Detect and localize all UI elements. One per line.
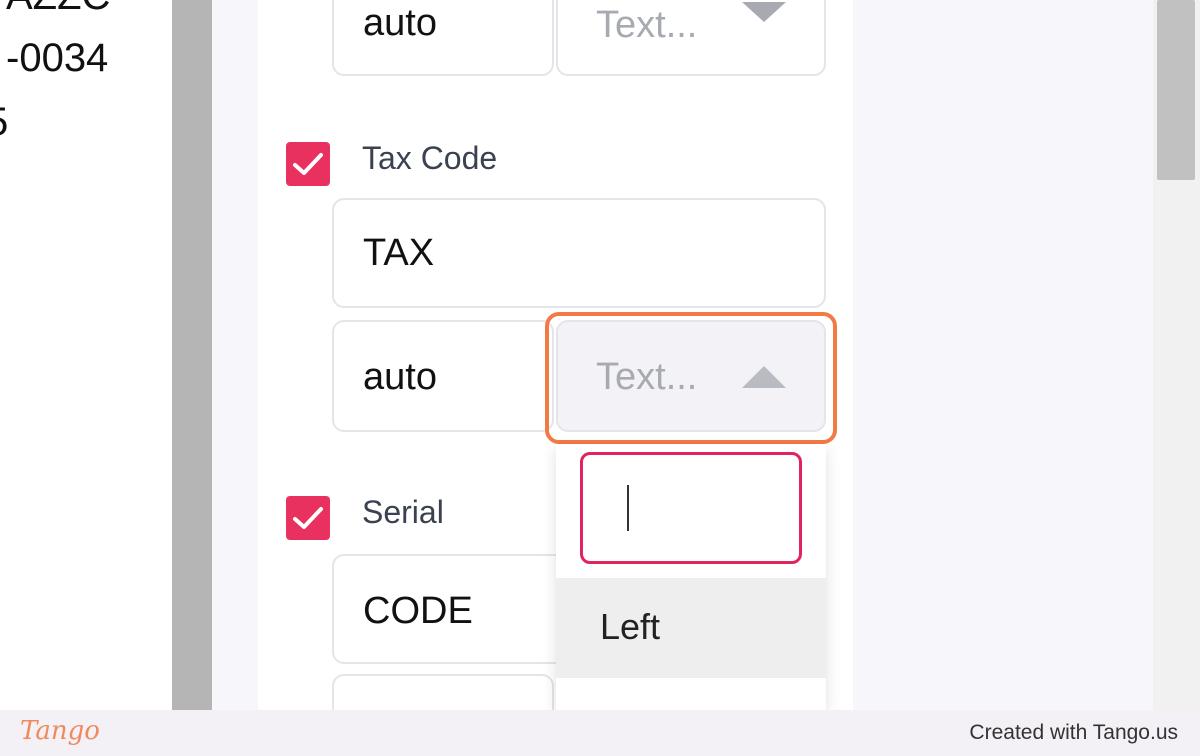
step-highlight — [545, 312, 837, 444]
footer-credit: Created with Tango.us — [969, 721, 1178, 744]
document-code-line: -0034 — [6, 36, 109, 80]
serial-name-value: CODE — [363, 590, 473, 632]
text-caret — [627, 485, 629, 531]
document-fragment: 5 — [0, 100, 8, 145]
tax-code-size-value: auto — [363, 356, 437, 398]
document-scrollbar[interactable] — [172, 0, 212, 710]
align-dropdown-menu: Left — [556, 444, 826, 710]
tax-code-label: Tax Code — [362, 140, 498, 176]
tax-code-checkbox[interactable] — [286, 142, 330, 186]
top-size-value: auto — [363, 2, 437, 44]
chevron-down-icon — [742, 2, 786, 22]
document-text-clipped: AZZC — [6, 0, 110, 19]
dropdown-option-label: Left — [600, 606, 661, 647]
serial-checkbox[interactable] — [286, 496, 330, 540]
panel-scrollbar-thumb[interactable] — [1157, 0, 1195, 180]
checkmark-icon — [293, 153, 323, 175]
document-preview: AZZC -0034 5 — [0, 0, 172, 710]
right-background — [853, 0, 1153, 710]
top-size-input[interactable]: auto — [332, 0, 554, 76]
tax-code-name-value: TAX — [363, 232, 435, 274]
dropdown-option-left[interactable]: Left — [556, 578, 826, 678]
tango-logo: Tango — [20, 716, 100, 746]
dropdown-search-input[interactable] — [580, 452, 802, 564]
footer-bar: Tango Created with Tango.us — [0, 710, 1200, 756]
top-align-select[interactable]: Text... — [556, 0, 826, 76]
tax-code-size-input[interactable]: auto — [332, 320, 554, 432]
checkmark-icon — [293, 507, 323, 529]
top-align-placeholder: Text... — [596, 4, 698, 46]
tax-code-name-input[interactable]: TAX — [332, 198, 826, 308]
serial-label: Serial — [362, 494, 444, 530]
